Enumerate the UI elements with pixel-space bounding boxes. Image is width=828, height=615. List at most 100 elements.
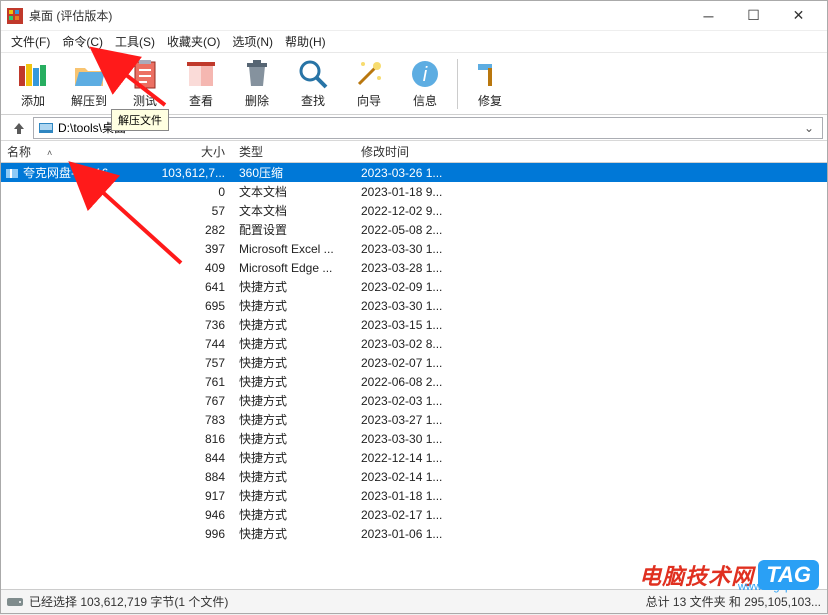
header-type[interactable]: 类型: [231, 143, 353, 160]
cell-type: 快捷方式: [231, 525, 353, 542]
cell-size: 695: [161, 299, 231, 313]
find-button[interactable]: 查找: [285, 55, 341, 113]
cell-type: 360压缩: [231, 164, 353, 181]
cell-size: 884: [161, 470, 231, 484]
cell-size: 57: [161, 204, 231, 218]
cell-name: [1, 413, 161, 427]
file-row[interactable]: 844快捷方式2022-12-14 1...: [1, 448, 827, 467]
menu-help[interactable]: 帮助(H): [279, 31, 332, 52]
cell-type: 快捷方式: [231, 411, 353, 428]
file-row[interactable]: 884快捷方式2023-02-14 1...: [1, 467, 827, 486]
add-button[interactable]: 添加: [5, 55, 61, 113]
clipboard-icon: [129, 58, 161, 90]
cell-size: 103,612,7...: [161, 166, 231, 180]
cell-type: 快捷方式: [231, 335, 353, 352]
file-row[interactable]: 761快捷方式2022-06-08 2...: [1, 372, 827, 391]
file-row[interactable]: 夸克网盘-1.0.16...103,612,7...360压缩2023-03-2…: [1, 163, 827, 182]
wizard-button[interactable]: 向导: [341, 55, 397, 113]
info-label: 信息: [413, 92, 437, 109]
cell-name: 夸克网盘-1.0.16...: [1, 164, 161, 181]
cell-date: 2023-03-30 1...: [353, 242, 473, 256]
file-row[interactable]: 641快捷方式2023-02-09 1...: [1, 277, 827, 296]
cell-name: [1, 451, 161, 465]
cell-size: 917: [161, 489, 231, 503]
file-row[interactable]: 57文本文档2022-12-02 9...: [1, 201, 827, 220]
cell-size: 757: [161, 356, 231, 370]
cell-size: 282: [161, 223, 231, 237]
cell-date: 2022-12-02 9...: [353, 204, 473, 218]
file-row[interactable]: 695快捷方式2023-03-30 1...: [1, 296, 827, 315]
file-row[interactable]: 946快捷方式2023-02-17 1...: [1, 505, 827, 524]
header-date[interactable]: 修改时间: [353, 143, 473, 160]
cell-type: 快捷方式: [231, 506, 353, 523]
cell-date: 2023-01-18 9...: [353, 185, 473, 199]
file-row[interactable]: 996快捷方式2023-01-06 1...: [1, 524, 827, 543]
maximize-button[interactable]: ☐: [731, 2, 776, 30]
menubar: 文件(F) 命令(C) 工具(S) 收藏夹(O) 选项(N) 帮助(H): [1, 31, 827, 53]
file-row[interactable]: 783快捷方式2023-03-27 1...: [1, 410, 827, 429]
disk-icon: [7, 596, 23, 608]
cell-type: 快捷方式: [231, 430, 353, 447]
file-row[interactable]: 409Microsoft Edge ...2023-03-28 1...: [1, 258, 827, 277]
menu-tools[interactable]: 工具(S): [109, 31, 161, 52]
file-row[interactable]: 736快捷方式2023-03-15 1...: [1, 315, 827, 334]
cell-type: 快捷方式: [231, 316, 353, 333]
cell-date: 2023-03-26 1...: [353, 166, 473, 180]
test-button[interactable]: 测试: [117, 55, 173, 113]
file-row[interactable]: 816快捷方式2023-03-30 1...: [1, 429, 827, 448]
file-row[interactable]: 744快捷方式2023-03-02 8...: [1, 334, 827, 353]
address-dropdown-icon[interactable]: ⌄: [800, 121, 818, 135]
trash-icon: [241, 58, 273, 90]
menu-file[interactable]: 文件(F): [5, 31, 56, 52]
cell-size: 946: [161, 508, 231, 522]
watermark-brand: 电脑技术网: [639, 559, 754, 591]
cell-size: 409: [161, 261, 231, 275]
watermark: 电脑技术网 TAG www.tagxp.com: [639, 559, 819, 591]
column-headers: 名称˄ 大小 类型 修改时间: [1, 141, 827, 163]
cell-date: 2023-02-03 1...: [353, 394, 473, 408]
cell-date: 2023-02-07 1...: [353, 356, 473, 370]
file-row[interactable]: 282配置设置2022-05-08 2...: [1, 220, 827, 239]
menu-options[interactable]: 选项(N): [226, 31, 279, 52]
view-button[interactable]: 查看: [173, 55, 229, 113]
cell-size: 844: [161, 451, 231, 465]
cell-date: 2023-02-14 1...: [353, 470, 473, 484]
file-row[interactable]: 767快捷方式2023-02-03 1...: [1, 391, 827, 410]
cell-date: 2022-05-08 2...: [353, 223, 473, 237]
cell-size: 0: [161, 185, 231, 199]
cell-date: 2023-03-15 1...: [353, 318, 473, 332]
extract-button[interactable]: 解压到: [61, 55, 117, 113]
close-button[interactable]: ✕: [776, 2, 821, 30]
delete-button[interactable]: 删除: [229, 55, 285, 113]
wand-icon: [353, 58, 385, 90]
find-label: 查找: [301, 92, 325, 109]
file-row[interactable]: 397Microsoft Excel ...2023-03-30 1...: [1, 239, 827, 258]
extract-label: 解压到: [71, 92, 107, 109]
cell-size: 767: [161, 394, 231, 408]
file-list[interactable]: 夸克网盘-1.0.16...103,612,7...360压缩2023-03-2…: [1, 163, 827, 589]
file-row[interactable]: 917快捷方式2023-01-18 1...: [1, 486, 827, 505]
header-name[interactable]: 名称˄: [1, 143, 161, 160]
cell-date: 2023-03-28 1...: [353, 261, 473, 275]
up-button[interactable]: [5, 117, 33, 139]
cell-name: [1, 356, 161, 370]
menu-command[interactable]: 命令(C): [56, 31, 109, 52]
app-window: 桌面 (评估版本) ─ ☐ ✕ 文件(F) 命令(C) 工具(S) 收藏夹(O)…: [0, 0, 828, 614]
header-size[interactable]: 大小: [161, 143, 231, 160]
cell-date: 2023-03-27 1...: [353, 413, 473, 427]
repair-button[interactable]: 修复: [462, 55, 518, 113]
cell-name: [1, 299, 161, 313]
svg-text:i: i: [423, 64, 428, 86]
test-label: 测试: [133, 92, 157, 109]
address-text: D:\tools\桌面: [58, 119, 800, 136]
info-button[interactable]: i 信息: [397, 55, 453, 113]
minimize-button[interactable]: ─: [686, 2, 731, 30]
cell-size: 996: [161, 527, 231, 541]
menu-favorites[interactable]: 收藏夹(O): [161, 31, 226, 52]
cell-type: 快捷方式: [231, 297, 353, 314]
file-row[interactable]: 757快捷方式2023-02-07 1...: [1, 353, 827, 372]
cell-name: [1, 337, 161, 351]
cell-name: [1, 242, 161, 256]
cell-date: 2023-03-02 8...: [353, 337, 473, 351]
file-row[interactable]: 0文本文档2023-01-18 9...: [1, 182, 827, 201]
